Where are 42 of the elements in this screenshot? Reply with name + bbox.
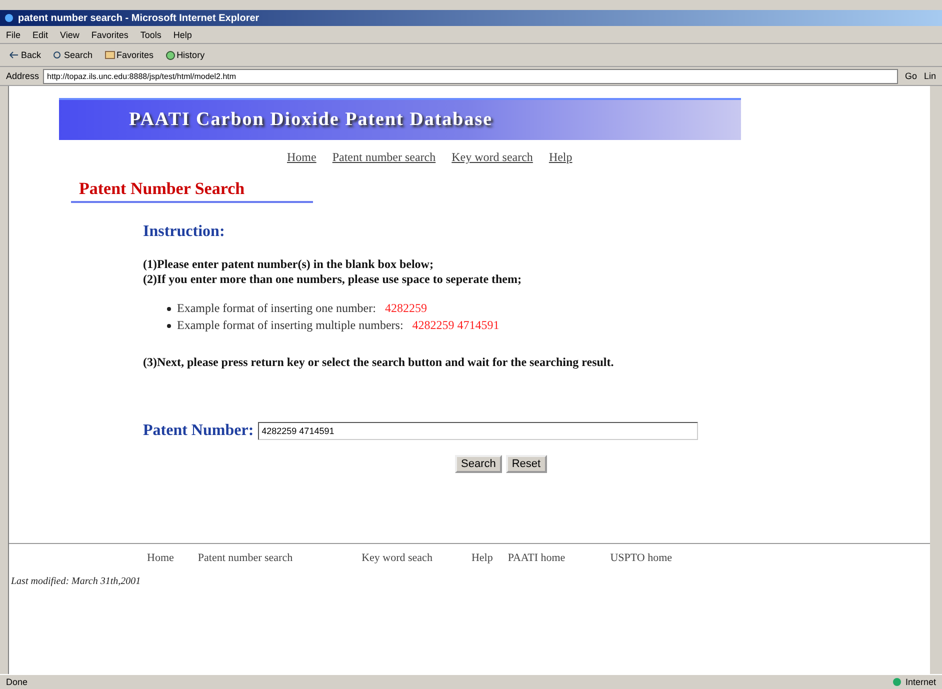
toolbar-button[interactable]: Favorites [102, 50, 157, 60]
toolbar-button[interactable]: Back [6, 50, 44, 60]
toolbar-button[interactable]: History [162, 50, 208, 60]
last-modified: Last modified: March 31th,2001 [11, 576, 142, 587]
example-number: 4282259 [384, 301, 427, 316]
nav-link[interactable]: Patent number search [332, 150, 436, 165]
example-text: Example format of inserting one number: [177, 301, 377, 316]
nav-link[interactable]: Help [548, 150, 572, 165]
menu-item[interactable]: Edit [32, 30, 48, 40]
page-heading: Patent Number Search [79, 179, 245, 198]
zone-text: Internet [905, 677, 936, 687]
go-button[interactable]: Go [902, 71, 920, 81]
patent-number-field[interactable]: 4282259 4714591 [258, 422, 698, 440]
status-text: Done [6, 677, 28, 687]
links-label[interactable]: Lin [924, 71, 936, 81]
example-text: Example format of inserting multiple numbers: [177, 318, 404, 333]
menu-item[interactable]: Help [173, 30, 192, 40]
nav-link[interactable]: Home [287, 150, 316, 165]
instruction-step: (3)Next, please press return key or select the search button and wait for the searching result. [143, 355, 930, 370]
form-button[interactable]: Search [455, 455, 502, 473]
toolbar-button[interactable]: Search [50, 50, 96, 60]
footer-link[interactable]: Key word seach [362, 552, 432, 564]
menu-item[interactable]: File [6, 30, 21, 40]
address-label: Address [6, 71, 40, 81]
form-button[interactable]: Reset [506, 455, 547, 473]
footer-link[interactable]: PAATI home [508, 552, 566, 564]
window-title: patent number search - Microsoft Internet Explorer [18, 12, 260, 24]
banner-title: PAATI Carbon Dioxide Patent Database [129, 109, 493, 131]
footer-link[interactable]: Home [147, 552, 174, 564]
example-number: 4282259 4714591 [412, 318, 500, 333]
footer-link[interactable]: USPTO home [610, 552, 672, 564]
footer-link[interactable]: Patent number search [198, 552, 293, 564]
address-field[interactable]: http://topaz.ils.unc.edu:8888/jsp/test/html/model2.htm [43, 68, 898, 84]
menu-item[interactable]: Tools [140, 30, 162, 40]
menu-item[interactable]: View [60, 30, 80, 40]
instruction-step: (1)Please enter patent number(s) in the blank box below; [143, 257, 930, 272]
nav-link[interactable]: Key word search [452, 150, 533, 165]
instruction-step: (2)If you enter more than one numbers, please use space to seperate them; [143, 272, 930, 287]
footer-link[interactable]: Help [471, 552, 493, 564]
instruction-heading: Instruction: [143, 223, 226, 241]
field-label: Patent Number: [143, 422, 254, 440]
menu-item[interactable]: Favorites [91, 30, 128, 40]
